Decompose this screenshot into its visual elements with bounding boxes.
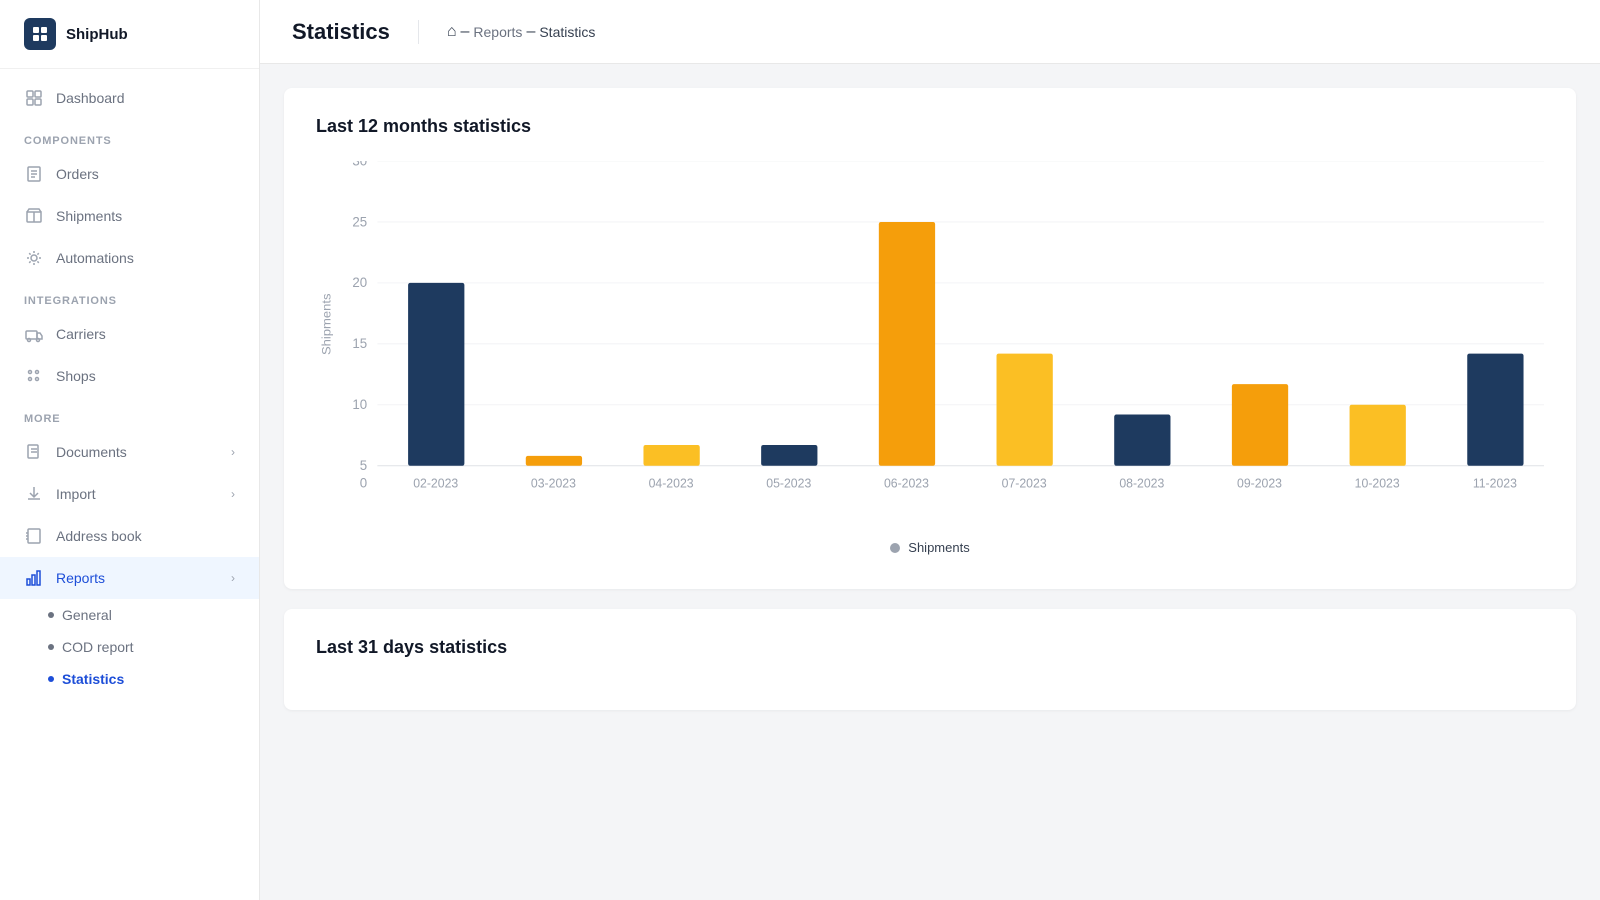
svg-text:25: 25 bbox=[352, 214, 367, 229]
sidebar-item-dashboard[interactable]: Dashboard bbox=[0, 77, 259, 119]
svg-text:10-2023: 10-2023 bbox=[1355, 476, 1400, 490]
sidebar-item-orders[interactable]: Orders bbox=[0, 153, 259, 195]
reports-arrow: › bbox=[231, 571, 235, 585]
bar-02-2023 bbox=[408, 283, 464, 466]
documents-arrow: › bbox=[231, 445, 235, 459]
carriers-icon bbox=[24, 324, 44, 344]
svg-text:0: 0 bbox=[360, 475, 368, 490]
orders-label: Orders bbox=[56, 166, 99, 182]
bar-11-2023 bbox=[1467, 354, 1523, 466]
svg-text:04-2023: 04-2023 bbox=[649, 476, 694, 490]
svg-text:03-2023: 03-2023 bbox=[531, 476, 576, 490]
svg-text:11-2023: 11-2023 bbox=[1473, 476, 1517, 490]
app-name: ShipHub bbox=[66, 26, 128, 43]
home-icon[interactable]: ⌂ bbox=[447, 23, 457, 41]
sidebar-subitem-statistics[interactable]: Statistics bbox=[0, 663, 259, 695]
address-book-icon bbox=[24, 526, 44, 546]
import-icon bbox=[24, 484, 44, 504]
app-logo bbox=[24, 18, 56, 50]
chart-12months-card: Last 12 months statistics 30 25 20 1 bbox=[284, 88, 1576, 589]
chart-12months-title: Last 12 months statistics bbox=[316, 116, 1544, 137]
svg-text:05-2023: 05-2023 bbox=[766, 476, 811, 490]
import-label: Import bbox=[56, 486, 96, 502]
bar-03-2023 bbox=[526, 456, 582, 466]
bar-06-2023 bbox=[879, 222, 935, 466]
sidebar-item-documents[interactable]: Documents › bbox=[0, 431, 259, 473]
main-content: Statistics ⌂ – Reports – Statistics Last… bbox=[260, 0, 1600, 900]
section-integrations: INTEGRATIONS bbox=[0, 279, 259, 313]
chart-svg: 30 25 20 15 10 5 0 Shipments 02-2023 03-… bbox=[316, 161, 1544, 531]
shipments-icon bbox=[24, 206, 44, 226]
svg-text:Shipments: Shipments bbox=[320, 293, 334, 355]
svg-text:5: 5 bbox=[360, 458, 368, 473]
svg-text:08-2023: 08-2023 bbox=[1119, 476, 1164, 490]
automations-label: Automations bbox=[56, 250, 134, 266]
sidebar-item-address-book[interactable]: Address book bbox=[0, 515, 259, 557]
shipments-label: Shipments bbox=[56, 208, 122, 224]
svg-text:02-2023: 02-2023 bbox=[413, 476, 458, 490]
sidebar-subitem-cod-report[interactable]: COD report bbox=[0, 631, 259, 663]
breadcrumb-divider bbox=[418, 20, 419, 44]
svg-text:15: 15 bbox=[352, 336, 367, 351]
import-arrow: › bbox=[231, 487, 235, 501]
reports-icon bbox=[24, 568, 44, 588]
sidebar-item-import[interactable]: Import › bbox=[0, 473, 259, 515]
sidebar-item-carriers[interactable]: Carriers bbox=[0, 313, 259, 355]
statistics-bullet bbox=[48, 676, 54, 682]
topbar: Statistics ⌂ – Reports – Statistics bbox=[260, 0, 1600, 64]
automations-icon bbox=[24, 248, 44, 268]
address-book-label: Address book bbox=[56, 528, 142, 544]
bar-04-2023 bbox=[643, 445, 699, 466]
sidebar-subitem-general[interactable]: General bbox=[0, 599, 259, 631]
general-label: General bbox=[62, 607, 112, 623]
sidebar-item-automations[interactable]: Automations bbox=[0, 237, 259, 279]
cod-report-bullet bbox=[48, 644, 54, 650]
carriers-label: Carriers bbox=[56, 326, 106, 342]
section-more: MORE bbox=[0, 397, 259, 431]
chart-legend: Shipments bbox=[316, 540, 1544, 555]
breadcrumb-reports[interactable]: Reports bbox=[473, 24, 522, 40]
content-area: Last 12 months statistics 30 25 20 1 bbox=[260, 64, 1600, 900]
sidebar-item-shops[interactable]: Shops bbox=[0, 355, 259, 397]
sidebar-nav: Dashboard COMPONENTS Orders Shipments Au… bbox=[0, 69, 259, 703]
reports-label: Reports bbox=[56, 570, 105, 586]
documents-label: Documents bbox=[56, 444, 127, 460]
cod-report-label: COD report bbox=[62, 639, 134, 655]
general-bullet bbox=[48, 612, 54, 618]
sidebar-item-shipments[interactable]: Shipments bbox=[0, 195, 259, 237]
svg-text:09-2023: 09-2023 bbox=[1237, 476, 1282, 490]
legend-label-shipments: Shipments bbox=[908, 540, 969, 555]
page-title: Statistics bbox=[292, 19, 390, 45]
svg-text:10: 10 bbox=[352, 397, 367, 412]
orders-icon bbox=[24, 164, 44, 184]
statistics-label: Statistics bbox=[62, 671, 124, 687]
dashboard-icon bbox=[24, 88, 44, 108]
bar-09-2023 bbox=[1232, 384, 1288, 466]
chart-31days-card: Last 31 days statistics bbox=[284, 609, 1576, 710]
breadcrumb-sep-1: – bbox=[461, 23, 470, 41]
svg-text:07-2023: 07-2023 bbox=[1002, 476, 1047, 490]
shops-icon bbox=[24, 366, 44, 386]
chart-12months-container: 30 25 20 15 10 5 0 Shipments 02-2023 03-… bbox=[316, 161, 1544, 561]
documents-icon bbox=[24, 442, 44, 462]
bar-05-2023 bbox=[761, 445, 817, 466]
breadcrumb: ⌂ – Reports – Statistics bbox=[447, 23, 596, 41]
bar-08-2023 bbox=[1114, 415, 1170, 466]
sidebar: ShipHub Dashboard COMPONENTS Orders Ship… bbox=[0, 0, 260, 900]
svg-text:06-2023: 06-2023 bbox=[884, 476, 929, 490]
sidebar-item-reports[interactable]: Reports › bbox=[0, 557, 259, 599]
chart-31days-title: Last 31 days statistics bbox=[316, 637, 1544, 658]
bar-10-2023 bbox=[1350, 405, 1406, 466]
legend-dot-shipments bbox=[890, 543, 900, 553]
section-components: COMPONENTS bbox=[0, 119, 259, 153]
dashboard-label: Dashboard bbox=[56, 90, 125, 106]
svg-text:20: 20 bbox=[352, 275, 367, 290]
shops-label: Shops bbox=[56, 368, 96, 384]
breadcrumb-statistics: Statistics bbox=[539, 24, 595, 40]
breadcrumb-sep-2: – bbox=[526, 23, 535, 41]
svg-text:30: 30 bbox=[352, 161, 367, 168]
bar-07-2023 bbox=[997, 354, 1053, 466]
sidebar-logo: ShipHub bbox=[0, 0, 259, 69]
